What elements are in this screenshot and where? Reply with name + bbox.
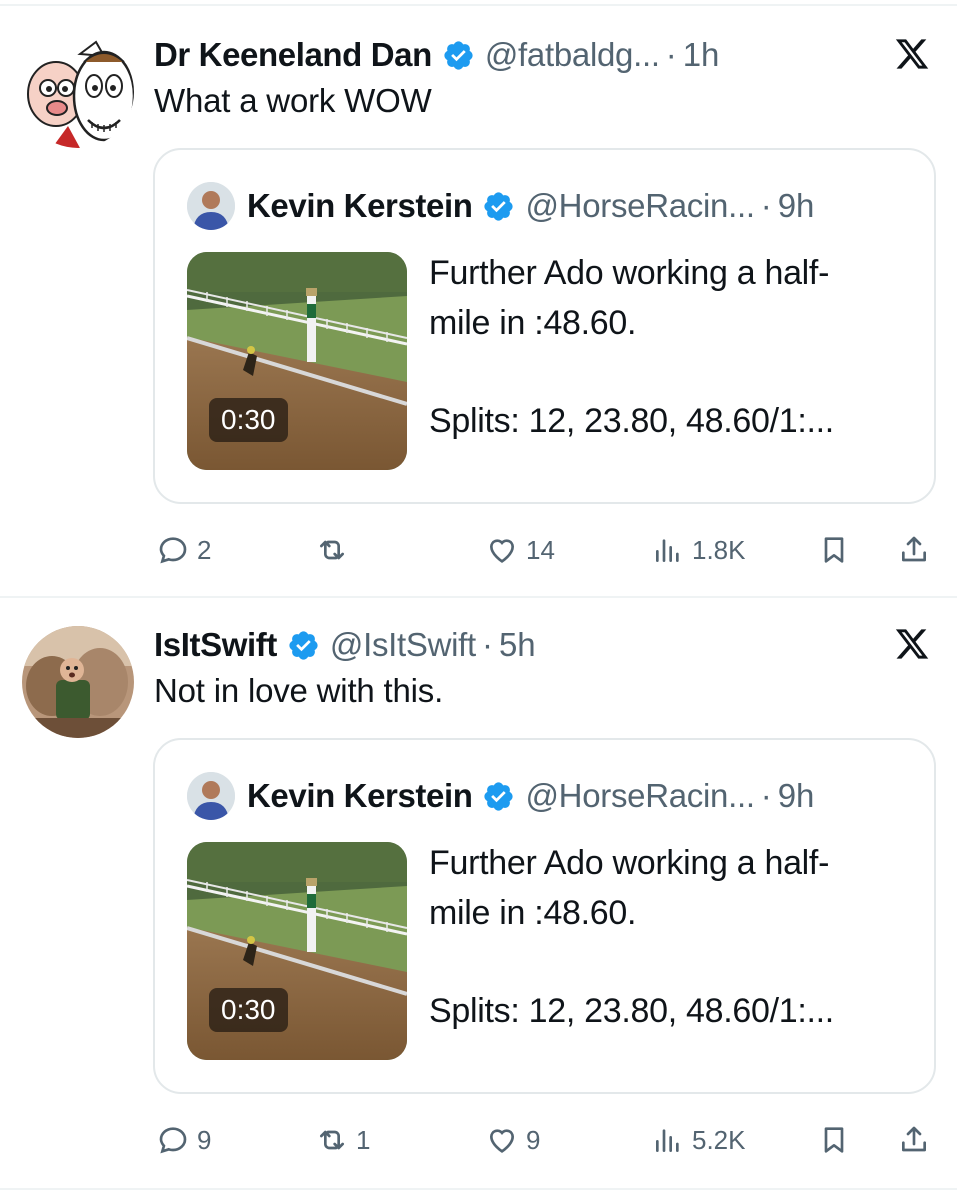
tweet[interactable]: Dr Keeneland Dan @fatbaldg... · 1h What …: [0, 0, 957, 590]
quoted-tweet-header: Kevin Kerstein @HorseRacin... · 9h: [247, 770, 814, 822]
author-name[interactable]: IsItSwift: [154, 626, 277, 664]
tweet-text: What a work WOW: [154, 82, 432, 119]
quoted-tweet[interactable]: Kevin Kerstein @HorseRacin... · 9h 0:30 …: [153, 148, 936, 504]
reply-icon: [159, 537, 187, 564]
quoted-tweet-header: Kevin Kerstein @HorseRacin... · 9h: [247, 180, 814, 232]
reply-button[interactable]: 2: [157, 520, 211, 580]
quoted-text-line: Further Ado working a half-: [429, 254, 830, 292]
tweet-header: Dr Keeneland Dan @fatbaldg... · 1h: [154, 30, 719, 80]
repost-icon: [320, 1130, 344, 1150]
tweet-text: Not in love with this.: [154, 672, 444, 709]
bookmark-button[interactable]: [818, 520, 850, 580]
share-button[interactable]: [898, 1110, 930, 1170]
quoted-author-name[interactable]: Kevin Kerstein: [247, 187, 473, 225]
bottom-divider: [0, 1188, 957, 1190]
video-duration: 0:30: [209, 398, 288, 442]
quoted-timestamp[interactable]: 9h: [778, 187, 815, 225]
repost-count: 1: [356, 1124, 371, 1155]
person-avatar-icon: [187, 772, 235, 820]
verified-badge-icon: [289, 630, 318, 660]
quoted-author-handle[interactable]: @HorseRacin...: [525, 187, 755, 225]
separator-dot: ·: [665, 36, 677, 73]
view-count: 5.2K: [692, 1124, 746, 1155]
like-icon: [489, 1129, 515, 1153]
quoted-author-avatar[interactable]: [187, 772, 235, 820]
verified-badge-icon: [484, 781, 514, 811]
like-count: 14: [526, 534, 555, 565]
action-bar: 9 1 9 5.2K: [0, 1110, 957, 1170]
quoted-text-line: mile in :48.60.: [429, 304, 637, 342]
repost-button[interactable]: 1: [316, 1110, 370, 1170]
tweet-header: IsItSwift @IsItSwift · 5h: [154, 620, 536, 670]
x-logo-icon: [895, 39, 929, 69]
share-button[interactable]: [898, 520, 930, 580]
bookmark-icon: [824, 1127, 844, 1153]
bookmark-button[interactable]: [818, 1110, 850, 1170]
quoted-timestamp[interactable]: 9h: [778, 777, 815, 815]
views-button[interactable]: 1.8K: [652, 520, 746, 580]
author-handle[interactable]: @fatbaldg...: [485, 36, 660, 74]
quoted-tweet-text: Further Ado working a half- mile in :48.…: [429, 248, 919, 446]
author-name[interactable]: Dr Keeneland Dan: [154, 36, 432, 74]
video-thumbnail[interactable]: 0:30: [187, 842, 407, 1060]
x-logo-icon: [895, 629, 929, 659]
reply-button[interactable]: 9: [157, 1110, 211, 1170]
quoted-author-handle[interactable]: @HorseRacin...: [525, 777, 755, 815]
repost-button[interactable]: [316, 520, 356, 580]
author-avatar[interactable]: [22, 626, 134, 738]
cartoon-avatar-icon: [22, 36, 134, 148]
quoted-text-line: Splits: 12, 23.80, 48.60/1:...: [429, 402, 834, 440]
separator-dot: ·: [760, 187, 772, 224]
reply-count: 2: [197, 534, 212, 565]
views-icon: [656, 1129, 679, 1152]
reply-icon: [159, 1127, 187, 1154]
share-icon: [902, 1126, 926, 1152]
timestamp[interactable]: 1h: [683, 36, 720, 74]
person-avatar-icon: [187, 182, 235, 230]
separator-dot: ·: [760, 777, 772, 814]
like-button[interactable]: 9: [486, 1110, 540, 1170]
video-duration: 0:30: [209, 988, 288, 1032]
repost-icon: [320, 540, 344, 560]
like-button[interactable]: 14: [486, 520, 555, 580]
bookmark-icon: [824, 537, 844, 563]
views-button[interactable]: 5.2K: [652, 1110, 746, 1170]
quoted-tweet[interactable]: Kevin Kerstein @HorseRacin... · 9h 0:30 …: [153, 738, 936, 1094]
quoted-author-name[interactable]: Kevin Kerstein: [247, 777, 473, 815]
view-count: 1.8K: [692, 534, 746, 565]
quoted-text-line: mile in :48.60.: [429, 894, 637, 932]
verified-badge-icon: [484, 191, 514, 221]
quoted-text-line: Further Ado working a half-: [429, 844, 830, 882]
quoted-text-line: Splits: 12, 23.80, 48.60/1:...: [429, 992, 834, 1030]
share-icon: [902, 536, 926, 562]
action-bar: 2 14 1.8K: [0, 520, 957, 580]
like-icon: [489, 539, 515, 563]
reply-count: 9: [197, 1124, 212, 1155]
separator-dot: ·: [481, 626, 493, 663]
photo-avatar-icon: [22, 626, 134, 738]
quoted-author-avatar[interactable]: [187, 182, 235, 230]
author-handle[interactable]: @IsItSwift: [330, 626, 476, 664]
timestamp[interactable]: 5h: [499, 626, 536, 664]
video-thumbnail[interactable]: 0:30: [187, 252, 407, 470]
tweet[interactable]: IsItSwift @IsItSwift · 5h Not in love wi…: [0, 590, 957, 1180]
like-count: 9: [526, 1124, 541, 1155]
quoted-tweet-text: Further Ado working a half- mile in :48.…: [429, 838, 919, 1036]
author-avatar[interactable]: [22, 36, 134, 148]
verified-badge-icon: [444, 40, 473, 70]
views-icon: [656, 539, 679, 562]
